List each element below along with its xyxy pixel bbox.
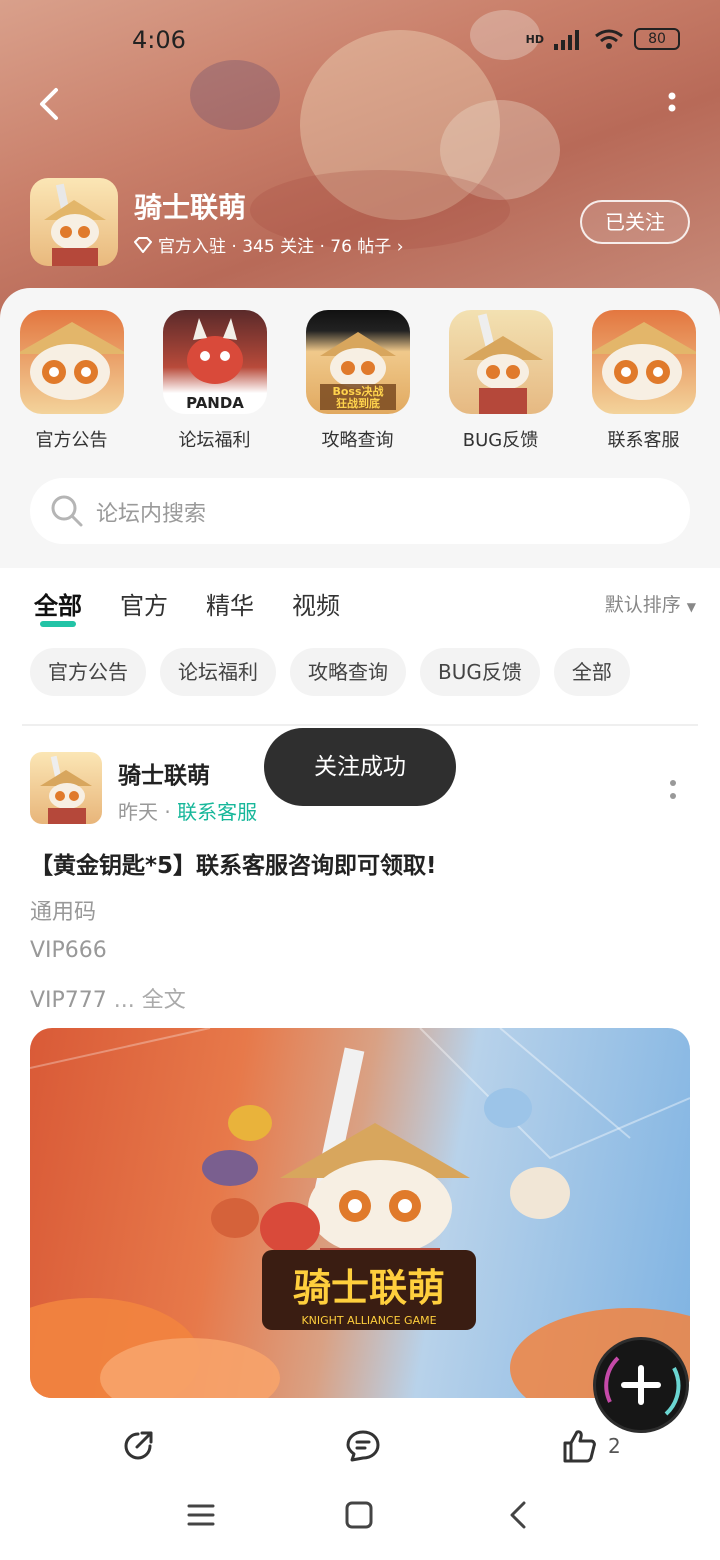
post-more-icon[interactable] bbox=[668, 778, 678, 802]
follow-button[interactable]: 已关注 bbox=[580, 200, 690, 244]
wifi-icon bbox=[595, 29, 623, 49]
status-bar: 4:06 HD 80 bbox=[0, 20, 720, 64]
post-time: 昨天 bbox=[118, 800, 158, 824]
shortcut-thumb bbox=[591, 310, 696, 414]
shortcut-label: BUG反馈 bbox=[462, 430, 539, 451]
read-full-link[interactable]: ... 全文 bbox=[114, 988, 186, 1013]
sort-dropdown[interactable]: 默认排序 ▼ bbox=[605, 590, 696, 617]
status-time: 4:06 bbox=[132, 26, 186, 54]
post-body-line: VIP666 bbox=[30, 938, 107, 963]
forum-meta[interactable]: 官方入驻 · 345 关注 · 76 帖子 › bbox=[134, 232, 404, 257]
sort-label: 默认排序 bbox=[604, 594, 681, 616]
shortcut-label: 攻略查询 bbox=[321, 430, 394, 451]
like-icon[interactable] bbox=[562, 1428, 598, 1464]
like-count: 2 bbox=[608, 1434, 621, 1458]
chip-official-notice[interactable]: 官方公告 bbox=[30, 648, 146, 696]
shortcut-thumb bbox=[19, 310, 124, 414]
forum-avatar[interactable] bbox=[30, 178, 118, 266]
panda-knight-icon bbox=[591, 322, 696, 400]
comment-icon[interactable] bbox=[344, 1428, 382, 1464]
svg-text:狂战到底: 狂战到底 bbox=[336, 396, 380, 410]
forum-search-input[interactable]: 论坛内搜索 bbox=[30, 478, 690, 544]
shortcut-row: 官方公告 PANDA 论坛福利 Boss决战 狂战到底 攻略查询 BUG反馈 联… bbox=[0, 310, 720, 452]
panda-knight-icon bbox=[462, 313, 543, 414]
search-icon bbox=[51, 495, 83, 527]
shortcut-thumb bbox=[448, 310, 553, 414]
panda-logo-text: PANDA bbox=[186, 394, 244, 412]
system-navigation-bar bbox=[0, 1480, 720, 1560]
divider bbox=[22, 724, 698, 726]
image-logo-text: 骑士联萌 bbox=[293, 1266, 445, 1310]
shortcut-official-notice[interactable]: 官方公告 bbox=[0, 310, 143, 452]
panda-knight-avatar-icon bbox=[44, 183, 106, 266]
chip-all[interactable]: 全部 bbox=[553, 648, 630, 696]
network-hd-label: HD bbox=[525, 32, 544, 46]
chip-bug-report[interactable]: BUG反馈 bbox=[420, 648, 540, 696]
game-key-art-image: 骑士联萌 KNIGHT ALLIANCE GAME bbox=[30, 1028, 690, 1398]
svg-text:Boss决战: Boss决战 bbox=[332, 384, 383, 398]
red-dragon-icon: PANDA bbox=[186, 318, 244, 412]
post-image[interactable]: 骑士联萌 KNIGHT ALLIANCE GAME bbox=[30, 1028, 690, 1398]
post-body-text: VIP777 bbox=[30, 988, 107, 1013]
home-square-icon[interactable] bbox=[344, 1500, 374, 1530]
back-arrow-icon[interactable] bbox=[30, 84, 70, 124]
back-nav-icon[interactable] bbox=[506, 1500, 530, 1530]
post-category-tag[interactable]: 联系客服 bbox=[177, 800, 257, 824]
shortcut-guide-lookup[interactable]: Boss决战 狂战到底 攻略查询 bbox=[286, 310, 429, 452]
status-icons: HD 80 bbox=[526, 28, 680, 50]
forum-title: 骑士联萌 bbox=[134, 191, 247, 224]
caret-down-icon: ▼ bbox=[686, 600, 696, 614]
forum-meta-text: 官方入驻 · 345 关注 · 76 帖子 › bbox=[158, 237, 404, 257]
panda-knight-avatar-icon bbox=[40, 755, 92, 824]
shortcut-label: 论坛福利 bbox=[178, 430, 251, 451]
shortcut-customer-service[interactable]: 联系客服 bbox=[572, 310, 715, 452]
post-title[interactable]: 【黄金钥匙*5】联系客服咨询即可领取! bbox=[30, 846, 437, 880]
post-body-line-last: VIP777 ... 全文 bbox=[30, 982, 186, 1014]
follow-success-toast: 关注成功 bbox=[264, 728, 456, 806]
battery-indicator: 80 bbox=[634, 28, 680, 50]
signal-icon bbox=[554, 30, 579, 50]
forum-sheet: 官方公告 PANDA 论坛福利 Boss决战 狂战到底 攻略查询 BUG反馈 联… bbox=[0, 288, 720, 568]
shortcut-label: 联系客服 bbox=[607, 430, 680, 451]
boss-battle-icon: Boss决战 狂战到底 bbox=[319, 332, 396, 410]
post-body-line: 通用码 bbox=[30, 900, 97, 925]
share-icon[interactable] bbox=[120, 1428, 156, 1464]
chip-forum-benefits[interactable]: 论坛福利 bbox=[160, 648, 276, 696]
chip-guide-lookup[interactable]: 攻略查询 bbox=[290, 648, 406, 696]
more-vertical-icon[interactable] bbox=[660, 88, 684, 118]
content-tabs: 全部 官方 精华 视频 bbox=[34, 586, 340, 627]
post-author-avatar[interactable] bbox=[30, 752, 102, 824]
tab-featured[interactable]: 精华 bbox=[206, 586, 254, 621]
panda-knight-icon bbox=[19, 322, 124, 400]
shortcut-bug-report[interactable]: BUG反馈 bbox=[429, 310, 572, 452]
tab-video[interactable]: 视频 bbox=[292, 586, 340, 621]
tab-all[interactable]: 全部 bbox=[34, 586, 82, 627]
category-chips: 官方公告 论坛福利 攻略查询 BUG反馈 全部 bbox=[30, 648, 630, 696]
diamond-icon bbox=[134, 236, 152, 253]
image-logo-subtext: KNIGHT ALLIANCE GAME bbox=[301, 1314, 436, 1327]
post-meta: 昨天 · 联系客服 bbox=[118, 800, 258, 824]
menu-icon[interactable] bbox=[186, 1500, 216, 1530]
search-placeholder: 论坛内搜索 bbox=[96, 502, 207, 527]
shortcut-forum-benefits[interactable]: PANDA 论坛福利 bbox=[143, 310, 286, 452]
shortcut-thumb: Boss决战 狂战到底 bbox=[305, 310, 410, 414]
shortcut-label: 官方公告 bbox=[35, 430, 108, 451]
shortcut-thumb: PANDA bbox=[162, 310, 267, 414]
post-author-name[interactable]: 骑士联萌 bbox=[118, 756, 210, 790]
tab-official[interactable]: 官方 bbox=[120, 586, 168, 621]
